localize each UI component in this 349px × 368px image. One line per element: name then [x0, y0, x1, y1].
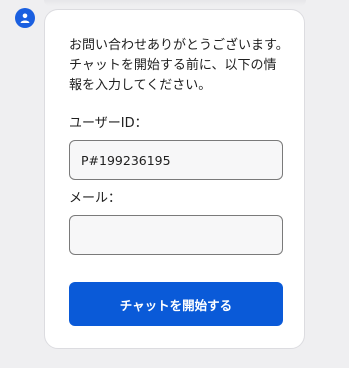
intro-message: お問い合わせありがとうございます。チャットを開始する前に、以下の情報を入力してく…: [69, 38, 289, 93]
previous-message-edge: [44, 0, 306, 6]
user-id-label: ユーザーID：: [69, 116, 148, 131]
email-input[interactable]: [69, 215, 283, 255]
start-chat-button[interactable]: チャットを開始する: [69, 282, 283, 326]
user-id-input[interactable]: [69, 140, 283, 180]
chat-prechat-form: お問い合わせありがとうございます。チャットを開始する前に、以下の情報を入力してく…: [44, 9, 305, 349]
email-label: メール：: [69, 191, 122, 206]
user-icon: [20, 13, 30, 23]
bot-avatar: [15, 8, 35, 28]
